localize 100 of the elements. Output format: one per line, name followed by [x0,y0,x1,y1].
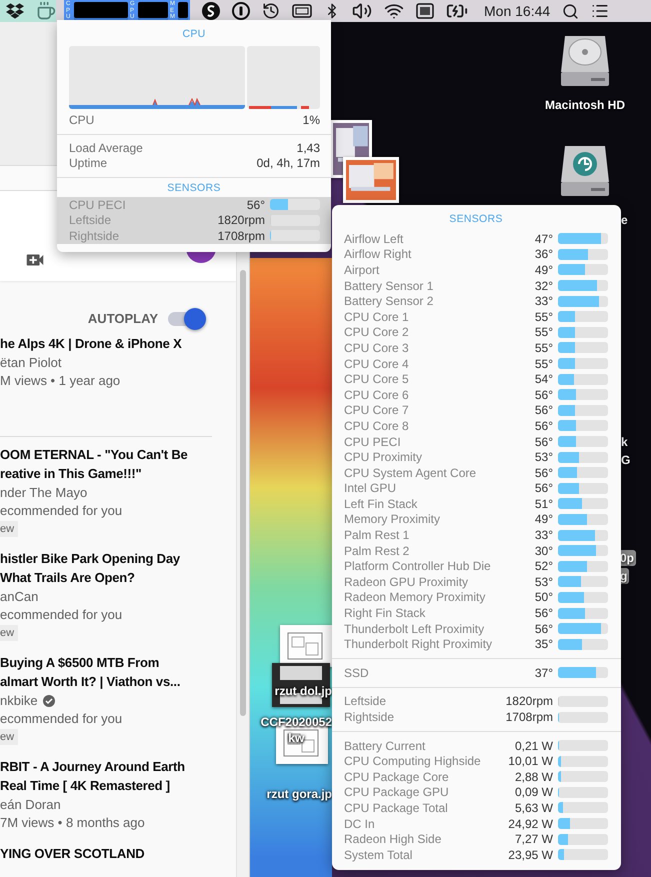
sensor-value: 2,88 W [514,770,553,784]
sensor-value: 56° [534,434,553,449]
sensor-label: CPU PECI [69,198,127,212]
menu-clock[interactable]: Mon 16:44 [484,3,550,19]
sensor-label: Battery Sensor 2 [344,294,434,308]
channel-name[interactable]: nkbike [0,692,38,710]
sensor-value: 55° [534,310,553,324]
video-meta: M views • 1 year ago [0,372,120,390]
video-meta: ecommended for you [0,710,122,728]
sensor-label: Airflow Right [344,247,412,262]
section-title: SENSORS [166,181,222,196]
sensor-label: Airport [344,262,380,277]
sensor-label: Radeon Memory Proximity [344,590,486,604]
search-icon[interactable] [562,2,580,20]
sensor-value: 53° [534,450,553,464]
desktop-icon-label[interactable]: k [621,434,630,450]
sensor-value: 50° [534,590,553,604]
video-title[interactable]: RBIT - A Journey Around Earth Real Time [ 4K Remastered ] [0,757,185,795]
clock-history-icon[interactable] [262,2,280,20]
video-title[interactable]: OOM ETERNAL - "You Can't Be reative in This Game!!!" [0,445,188,483]
sensor-label: CPU System Agent Core [344,466,478,480]
sensor-value: 47° [534,232,553,246]
sensor-value: 54° [534,372,553,386]
meter-graph [74,2,128,20]
sensor-value: 56° [534,403,553,418]
sensor-label: Palm Rest 1 [344,528,410,542]
s-logo-icon[interactable] [202,2,220,20]
sensor-value: 56° [246,198,265,212]
channel-name[interactable]: eán Doran [0,796,61,814]
sensor-label: CPU Computing Highside [344,754,482,768]
video-title[interactable]: histler Bike Park Opening Day What Trails Are Open? [0,549,180,587]
sensor-label: System Total [344,848,414,862]
sensor-value: 55° [534,325,553,340]
sensor-label: CPU Core 5 [344,372,410,386]
desktop-icon-label[interactable]: e [621,212,630,228]
sensor-value: 56° [534,466,553,480]
sensor-label: Battery Current [344,738,426,753]
tablet-icon[interactable] [416,3,434,19]
meter-graph [138,2,168,20]
sensor-label: CPU Core 7 [344,403,410,418]
sensor-label: Platform Controller Hub Die [344,559,492,574]
video-title[interactable]: Buying A $6500 MTB From almart Worth It? | Viathon vs... [0,653,180,691]
sensor-value: 1708rpm [218,228,265,243]
sensor-label: CPU Core 2 [344,325,410,340]
dropbox-icon[interactable] [6,2,24,20]
sensor-label: DC In [344,816,376,831]
stat-value: 0d, 4h, 17m [256,156,320,171]
sensor-value: 52° [534,559,553,574]
volume-icon[interactable] [352,1,372,21]
video-title[interactable]: he Alps 4K | Drone & iPhone X [0,334,182,353]
display-icon[interactable] [292,4,312,18]
video-meta: ecommended for you [0,502,122,520]
autoplay-label: AUTOPLAY [88,311,158,326]
sensor-value: 49° [534,262,553,277]
sensor-value: 51° [534,496,553,511]
sensor-value: 55° [534,356,553,371]
sensor-value: 24,92 W [508,816,553,831]
video-meta: 7M views • 8 months ago [0,814,145,832]
sensor-label: Memory Proximity [344,512,442,526]
sensor-value: 33° [534,528,553,542]
desktop-icon-label[interactable]: Macintosh HD [544,98,625,112]
sensor-value: 5,63 W [514,800,553,815]
sensor-label: Palm Rest 2 [344,544,410,558]
channel-name[interactable]: nder The Mayo [0,484,88,502]
sensor-value: 56° [534,388,553,402]
sensor-value: 10,01 W [508,754,553,768]
desktop-icon-label[interactable]: G [621,452,632,468]
sensor-value: 56° [534,481,553,496]
sensor-value: 56° [534,622,553,636]
stat-label: Uptime [69,156,108,171]
channel-name[interactable]: ëtan Piolot [0,354,62,372]
sensor-label: Radeon High Side [344,832,442,846]
video-title[interactable]: YING OVER SCOTLAND [0,844,144,863]
sensor-label: Thunderbolt Left Proximity [344,622,486,636]
channel-name[interactable]: anCan [0,588,38,606]
sensor-label: Intel GPU [344,481,398,496]
keyhole-icon[interactable] [232,2,250,20]
new-badge: ew [0,729,18,745]
sensor-value: 23,95 W [508,848,553,862]
sensor-label: CPU Core 8 [344,418,410,433]
sensor-value: 36° [534,247,553,262]
sensor-label: CPU Package GPU [344,785,450,800]
sensor-value: 55° [534,340,553,355]
sensor-label: CPU Package Core [344,770,450,784]
sensor-label: Thunderbolt Right Proximity [344,637,494,652]
new-badge: ew [0,521,18,537]
sensor-label: Battery Sensor 1 [344,278,434,293]
sensor-value: 0,09 W [514,785,553,800]
sensor-value: 53° [534,574,553,589]
sensor-label: Right Fin Stack [344,606,426,620]
sensor-label: Left Fin Stack [344,496,418,511]
cup-icon[interactable] [36,1,56,21]
sensor-label: CPU Package Total [344,800,449,815]
sensor-value: 56° [534,418,553,433]
stat-value: 1,43 [296,141,320,156]
sensor-value: 30° [534,544,553,558]
sensor-value: 35° [534,637,553,652]
menu-list-icon[interactable] [591,2,610,20]
sensor-label: Leftside [344,694,388,708]
sensor-label: CPU Core 4 [344,356,410,371]
